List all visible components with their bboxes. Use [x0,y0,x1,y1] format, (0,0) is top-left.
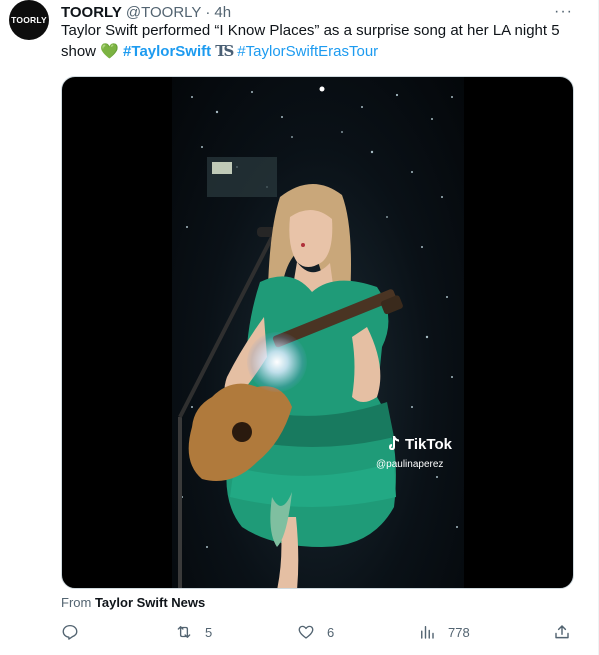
tweet-text: Taylor Swift performed “I Know Places” a… [61,21,581,62]
heart-icon [298,625,314,639]
share-icon [555,625,569,639]
hashtag-taylorswifterastour[interactable]: #TaylorSwiftErasTour [237,43,378,60]
hashtag-taylorswift[interactable]: #TaylorSwift [123,43,211,60]
tweet-actions: 5 6 778 [61,623,581,643]
retweet-button[interactable]: 5 [175,623,212,641]
reply-icon [62,624,78,640]
avatar[interactable]: TOORLY [9,0,49,40]
reply-button[interactable] [61,623,91,641]
views-button[interactable]: 778 [418,623,470,641]
taylor-swift-hashflag-icon: TS [215,42,234,60]
video-media[interactable]: TikTok @paulinaperez [61,76,574,589]
separator: · [205,3,211,21]
display-name[interactable]: TOORLY [61,4,122,21]
avatar-text: TOORLY [11,15,47,25]
tiktok-watermark: TikTok [386,435,452,453]
user-handle[interactable]: @TOORLY [126,4,202,21]
retweet-count: 5 [205,624,213,640]
green-heart-emoji: 💚 [100,43,119,60]
video-frame [172,77,464,588]
retweet-icon [177,626,191,638]
more-options-icon[interactable]: ··· [554,3,573,21]
like-button[interactable]: 6 [297,623,334,641]
performer-illustration [178,86,458,588]
analytics-icon [421,626,434,639]
tiktok-logo-icon [389,436,399,450]
views-count: 778 [448,624,470,640]
media-source: From Taylor Swift News [61,595,205,610]
like-count: 6 [327,624,335,640]
spotlight-flare [247,332,307,392]
source-account-link[interactable]: Taylor Swift News [95,595,205,610]
tiktok-brand-text: TikTok [405,435,452,453]
timestamp[interactable]: 4h [214,4,231,21]
source-prefix: From [61,595,95,610]
tweet-header: TOORLY @TOORLY · 4h [61,2,231,22]
share-button[interactable] [553,623,571,641]
tiktok-handle: @paulinaperez [376,459,444,470]
